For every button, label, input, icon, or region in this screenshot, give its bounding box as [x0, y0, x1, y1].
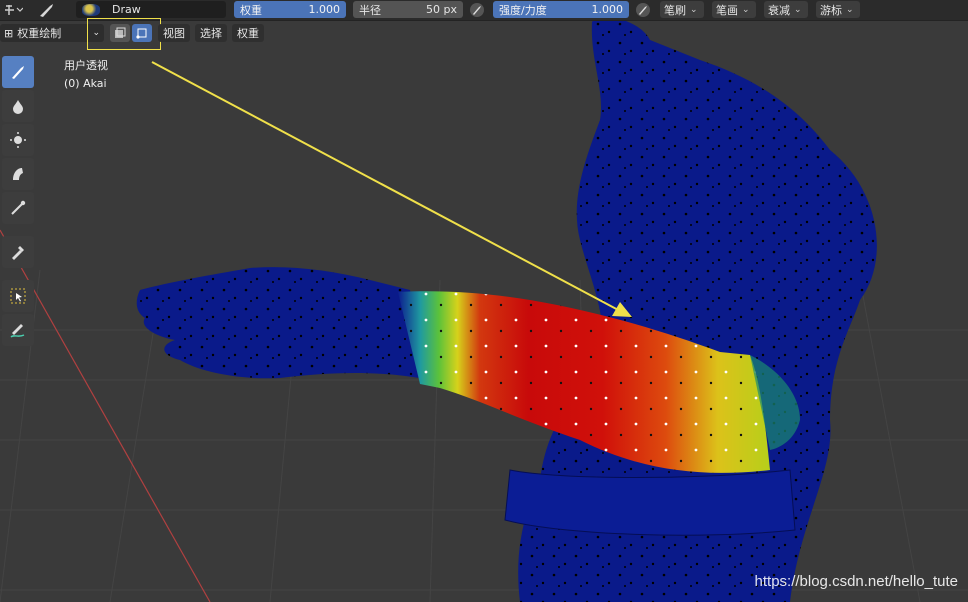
3d-viewport[interactable]	[0, 0, 968, 602]
draw-brush-icon	[12, 66, 24, 79]
brush-menu[interactable]: 笔刷 ⌄	[660, 1, 704, 18]
smear-icon	[13, 168, 23, 180]
strength-slider[interactable]: 强度/力度 1.000	[493, 1, 629, 18]
annotate-icon	[10, 324, 25, 338]
chevron-down-icon: ⌄	[742, 4, 750, 15]
stroke-menu-label: 笔画	[716, 3, 738, 17]
chevron-down-icon: ⌄	[794, 4, 802, 15]
select-box-tool[interactable]	[2, 280, 34, 312]
weights-menu[interactable]: 权重	[232, 24, 264, 42]
weight-label: 权重	[240, 3, 262, 17]
workspace-icon[interactable]	[0, 1, 26, 19]
paint-brush-icon[interactable]	[36, 1, 58, 19]
radius-value: 50 px	[426, 3, 457, 16]
cursor-menu-label: 游标	[820, 3, 842, 17]
stroke-menu[interactable]: 笔画 ⌄	[712, 1, 756, 18]
brush-menu-label: 笔刷	[664, 3, 686, 17]
brush-name: Draw	[112, 3, 141, 16]
gradient-icon	[11, 200, 26, 215]
watermark: https://blog.csdn.net/hello_tute	[754, 573, 958, 590]
weight-value: 1.000	[308, 3, 341, 16]
blur-drop-icon	[13, 100, 23, 114]
sample-weight-icon	[12, 246, 24, 260]
object-name: (0) Akai	[64, 77, 107, 90]
select-menu[interactable]: 选择	[195, 24, 227, 42]
view-menu[interactable]: 视图	[158, 24, 190, 42]
brush-thumbnail-icon	[82, 3, 100, 16]
cursor-menu[interactable]: 游标 ⌄	[816, 1, 860, 18]
sample-weight-tool[interactable]	[2, 236, 34, 268]
highlight-box	[87, 18, 161, 50]
average-tool[interactable]	[2, 124, 34, 156]
strength-pressure-icon[interactable]	[632, 1, 654, 19]
strength-label: 强度/力度	[499, 3, 547, 17]
smear-tool[interactable]	[2, 158, 34, 190]
chevron-down-icon: ⌄	[690, 4, 698, 15]
radius-slider[interactable]: 半径 50 px	[353, 1, 463, 18]
weight-paint-mode-icon: ⊞	[4, 26, 14, 40]
chevron-down-icon: ⌄	[846, 4, 854, 15]
radius-label: 半径	[359, 3, 381, 17]
blur-tool[interactable]	[2, 90, 34, 122]
falloff-menu-label: 衰减	[768, 3, 790, 17]
weight-slider[interactable]: 权重 1.000	[234, 1, 346, 18]
falloff-menu[interactable]: 衰减 ⌄	[764, 1, 808, 18]
strength-value: 1.000	[591, 3, 624, 16]
radius-pressure-icon[interactable]	[466, 1, 488, 19]
average-icon	[10, 132, 26, 148]
view-name: 用户透视	[64, 59, 108, 72]
mode-label: 权重绘制	[17, 27, 62, 40]
annotate-tool[interactable]	[2, 314, 34, 346]
gradient-tool[interactable]	[2, 192, 34, 224]
select-box-icon	[10, 288, 26, 304]
brush-selector[interactable]: Draw	[76, 1, 226, 18]
draw-tool[interactable]	[2, 56, 34, 88]
